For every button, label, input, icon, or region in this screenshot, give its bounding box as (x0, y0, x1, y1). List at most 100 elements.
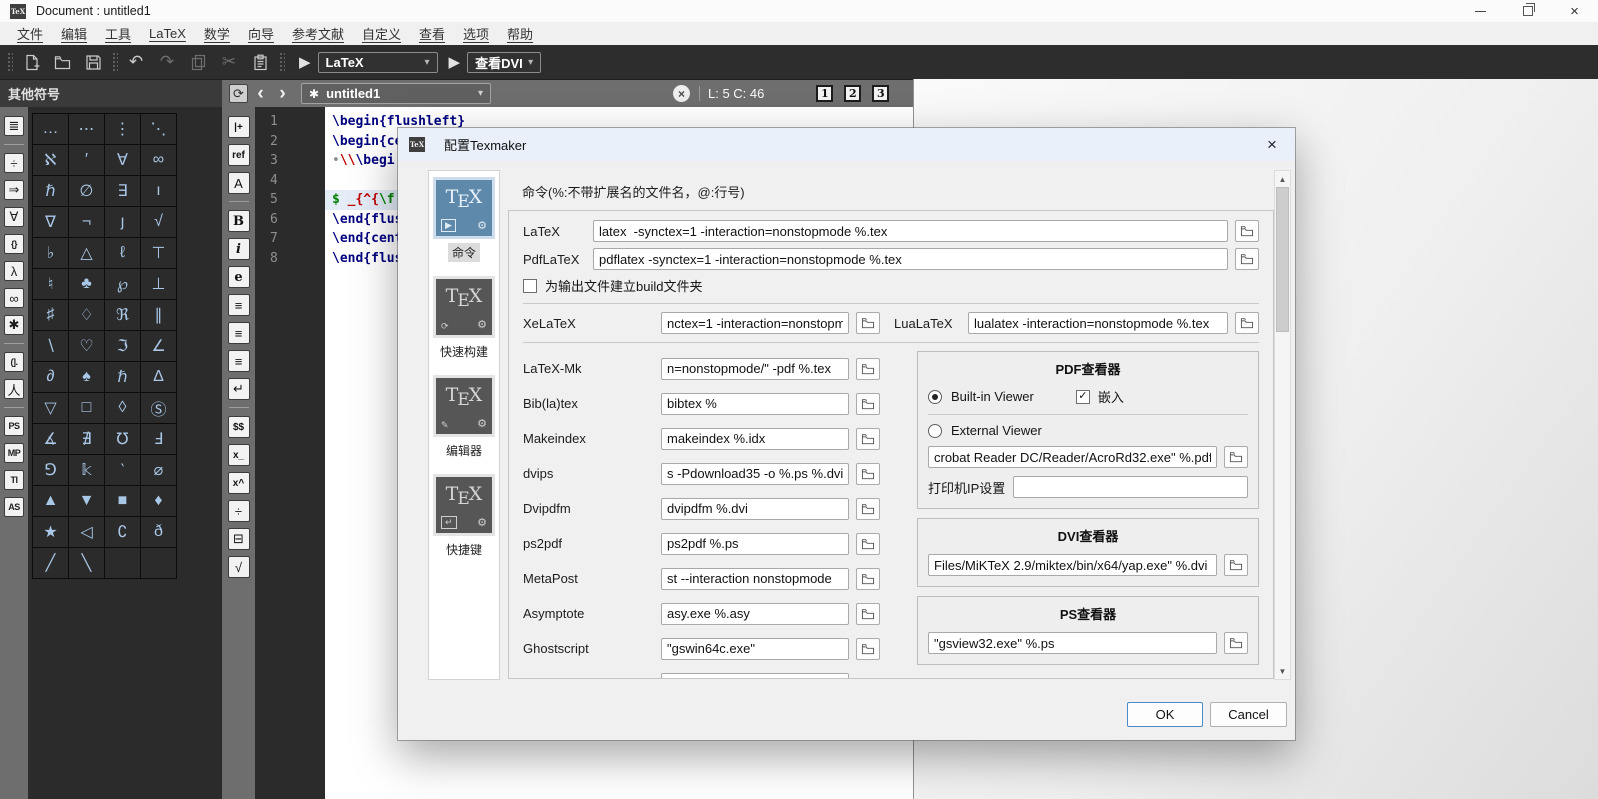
xelatex-browse-button[interactable] (856, 312, 880, 334)
dialog-scrollbar[interactable]: ▲ ▼ (1274, 170, 1291, 680)
symbol-cell-33[interactable]: ♠ (69, 362, 105, 393)
scroll-up-icon[interactable]: ▲ (1275, 172, 1290, 186)
asymptote-browse-button[interactable] (856, 602, 880, 625)
layout-view-button-3[interactable]: 3 (872, 85, 890, 102)
delimiters-icon[interactable]: {} (4, 234, 24, 254)
paste-icon[interactable] (250, 52, 270, 72)
left-delimiters-icon[interactable]: (]. (4, 352, 24, 372)
newline-icon[interactable]: ↵ (227, 378, 250, 400)
dfrac-icon[interactable]: ⊟ (227, 528, 250, 550)
settings-tab-[interactable]: T E X ⟳ ⚙ 快速构建 (433, 276, 495, 361)
lualatex-browse-button[interactable] (1235, 312, 1259, 334)
cancel-button[interactable]: Cancel (1210, 702, 1287, 727)
ok-button[interactable]: OK (1127, 702, 1203, 727)
view-mode-select[interactable]: 查看DVI ▾ (467, 51, 542, 73)
scrollbar-thumb[interactable] (1276, 187, 1289, 332)
run-build-button[interactable]: ▶ (299, 53, 311, 71)
printer-ip-input[interactable] (1013, 476, 1248, 498)
refresh-icon[interactable]: ⟳ (229, 84, 248, 103)
asymptote-icon[interactable]: AS (4, 497, 24, 517)
inline-math-icon[interactable]: $$ (227, 416, 250, 438)
toolbar-grip[interactable] (278, 51, 285, 73)
save-icon[interactable] (83, 52, 103, 72)
ps-viewer-browse-button[interactable] (1224, 632, 1248, 654)
ps2pdf-command-input[interactable] (661, 532, 849, 555)
symbol-cell-17[interactable]: △ (69, 238, 105, 269)
symbol-cell-20[interactable]: ♮ (33, 269, 69, 300)
symbol-cell-14[interactable]: ȷ (105, 207, 141, 238)
build-folder-checkbox[interactable] (523, 278, 537, 293)
menu-item-0[interactable]: 文件 (8, 24, 52, 43)
menu-item-6[interactable]: 参考文献 (283, 24, 353, 43)
misc-math-icon[interactable]: ∀ (4, 207, 24, 227)
symbol-cell-53[interactable]: ◁ (69, 517, 105, 548)
bib-la-tex-browse-button[interactable] (856, 392, 880, 415)
latex-mk-command-input[interactable] (661, 357, 849, 380)
makeindex-command-input[interactable] (661, 427, 849, 450)
symbol-cell-43[interactable]: Ⅎ (141, 424, 177, 455)
insert-label-icon[interactable]: |+ (227, 116, 250, 138)
forward-icon[interactable]: › (273, 84, 292, 103)
symbol-cell-56[interactable]: ╱ (33, 548, 69, 579)
ps-viewer-path-input[interactable] (928, 632, 1217, 654)
open-file-icon[interactable] (52, 52, 72, 72)
symbol-cell-45[interactable]: 𝕜 (69, 455, 105, 486)
menu-item-7[interactable]: 自定义 (353, 24, 410, 43)
dvips-browse-button[interactable] (856, 462, 880, 485)
symbol-cell-41[interactable]: ∄ (69, 424, 105, 455)
symbol-cell-31[interactable]: ∠ (141, 331, 177, 362)
external-viewer-radio[interactable] (928, 423, 942, 438)
symbol-cell-9[interactable]: ∅ (69, 176, 105, 207)
arrow-symbols-icon[interactable]: ⇒ (4, 180, 24, 200)
pdflatex-command-input[interactable] (593, 248, 1228, 270)
symbol-cell-35[interactable]: ∆ (141, 362, 177, 393)
symbol-cell-3[interactable]: ⋱ (141, 114, 177, 145)
embed-checkbox[interactable]: ✓ (1075, 389, 1090, 404)
xelatex-command-input[interactable] (661, 312, 849, 334)
pstricks-icon[interactable]: PS (4, 416, 24, 436)
toolbar-grip[interactable] (111, 51, 118, 73)
document-select[interactable]: ✱ untitled1 ▾ (301, 83, 491, 104)
symbol-cell-30[interactable]: ℑ (105, 331, 141, 362)
relation-symbols-icon[interactable]: ÷ (4, 153, 24, 173)
undo-icon[interactable]: ↶ (126, 52, 146, 72)
align-center-icon[interactable]: ≡ (227, 322, 250, 344)
symbol-cell-46[interactable]: ‵ (105, 455, 141, 486)
symbol-cell-15[interactable]: √ (141, 207, 177, 238)
symbol-cell-44[interactable]: ⅁ (33, 455, 69, 486)
builtin-viewer-radio[interactable] (928, 389, 942, 404)
symbol-cell-39[interactable]: Ⓢ (141, 393, 177, 424)
superscript-icon[interactable]: x^ (227, 472, 250, 494)
close-button[interactable]: × (1551, 0, 1598, 22)
new-document-icon[interactable] (21, 52, 41, 72)
dialog-close-icon[interactable]: × (1257, 135, 1287, 155)
symbol-cell-6[interactable]: ∀ (105, 145, 141, 176)
subscript-icon[interactable]: x_ (227, 444, 250, 466)
dvipdfm-command-input[interactable] (661, 497, 849, 520)
align-left-icon[interactable]: ≡ (227, 294, 250, 316)
scroll-down-icon[interactable]: ▼ (1275, 664, 1290, 678)
settings-tab-[interactable]: T E X ✎ ⚙ 编辑器 (433, 375, 495, 460)
settings-tab-[interactable]: T E X ▶ ⚙ 命令 (433, 177, 495, 262)
symbol-cell-2[interactable]: ⋮ (105, 114, 141, 145)
layout-view-button-1[interactable]: 1 (816, 85, 834, 102)
misc-symbols-icon[interactable]: ∞ (4, 288, 24, 308)
structure-icon[interactable]: ≣ (4, 116, 24, 136)
symbol-cell-26[interactable]: ℜ (105, 300, 141, 331)
symbol-cell-10[interactable]: ∃ (105, 176, 141, 207)
symbol-cell-50[interactable]: ■ (105, 486, 141, 517)
symbol-cell-4[interactable]: ℵ (33, 145, 69, 176)
symbol-cell-0[interactable]: … (33, 114, 69, 145)
symbol-cell-23[interactable]: ⊥ (141, 269, 177, 300)
bib-la-tex-command-input[interactable] (661, 392, 849, 415)
latex-mk-browse-button[interactable] (856, 357, 880, 380)
latex-browse-button[interactable] (1235, 220, 1259, 242)
symbol-cell-54[interactable]: ∁ (105, 517, 141, 548)
back-icon[interactable]: ‹ (251, 84, 270, 103)
pdflatex-browse-button[interactable] (1235, 248, 1259, 270)
symbol-cell-1[interactable]: ⋯ (69, 114, 105, 145)
symbol-cell-48[interactable]: ▲ (33, 486, 69, 517)
symbol-cell-21[interactable]: ♣ (69, 269, 105, 300)
symbol-cell-12[interactable]: ∇ (33, 207, 69, 238)
menu-item-4[interactable]: 数学 (195, 24, 239, 43)
